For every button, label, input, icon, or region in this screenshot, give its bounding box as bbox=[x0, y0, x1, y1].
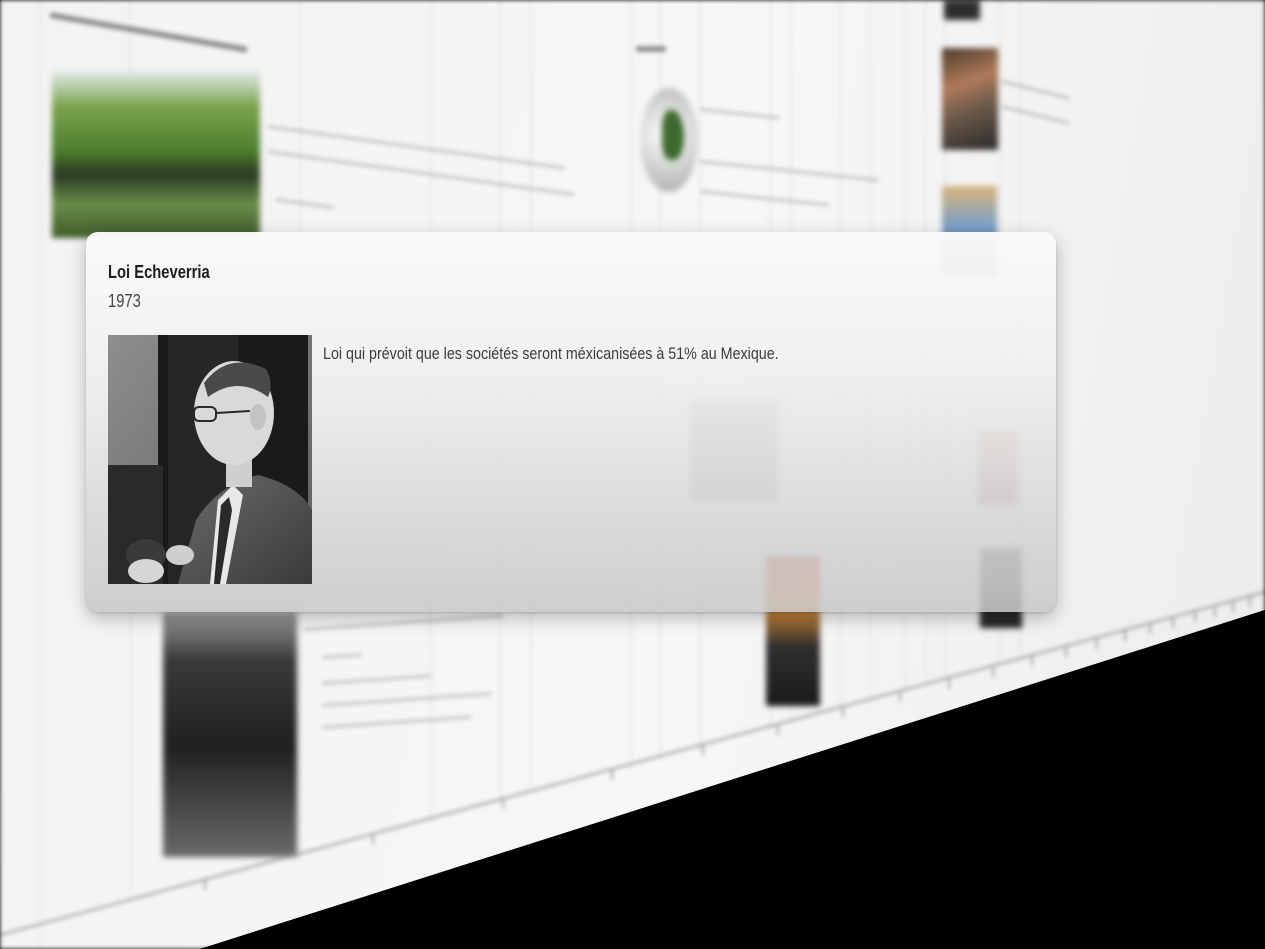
event-description: Loi qui prévoit que les sociétés seront … bbox=[323, 344, 779, 363]
portrait-photo-image bbox=[108, 335, 312, 584]
event-detail-card[interactable]: Loi Echeverria 1973 Loi qui prévoit que … bbox=[86, 232, 1056, 612]
event-title: Loi Echeverria bbox=[108, 262, 210, 282]
event-year: 1973 bbox=[108, 291, 141, 311]
event-portrait-photo bbox=[108, 335, 312, 584]
timeline-view: Loi Echeverria 1973 Loi qui prévoit que … bbox=[0, 0, 1265, 949]
